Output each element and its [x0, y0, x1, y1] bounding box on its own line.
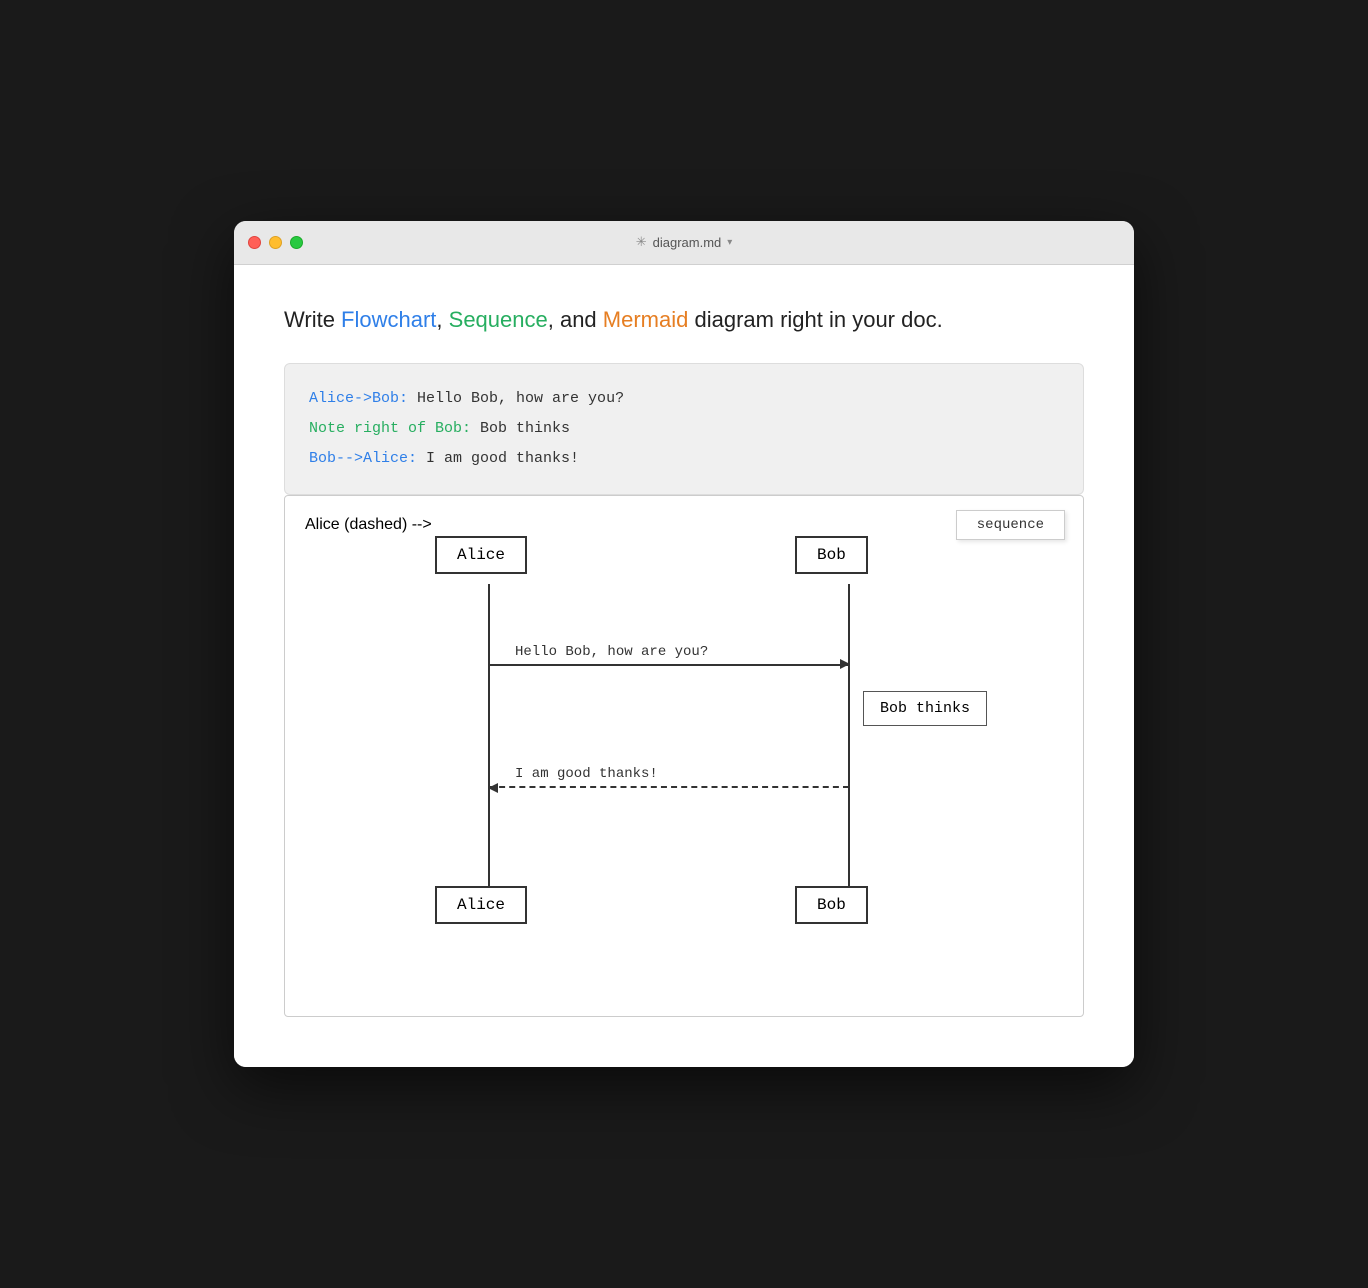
alice-lifeline	[488, 584, 490, 894]
window-title-group: ✳ diagram.md ▾	[636, 234, 733, 250]
mermaid-link[interactable]: Mermaid	[603, 307, 689, 332]
code-alice-bob: Alice->Bob:	[309, 390, 408, 407]
diagram-container: sequence Alice Bob Hello Bob, how are yo…	[284, 495, 1084, 1017]
window-title: diagram.md	[653, 235, 722, 250]
code-block: Alice->Bob: Hello Bob, how are you? Note…	[284, 363, 1084, 495]
app-window: ✳ diagram.md ▾ Write Flowchart, Sequence…	[234, 221, 1134, 1068]
close-button[interactable]	[248, 236, 261, 249]
msg1-label: Hello Bob, how are you?	[515, 644, 708, 660]
code-line-2: Note right of Bob: Bob thinks	[309, 414, 1059, 444]
intro-paragraph: Write Flowchart, Sequence, and Mermaid d…	[284, 305, 1084, 336]
minimize-button[interactable]	[269, 236, 282, 249]
sequence-diagram: Alice Bob Hello Bob, how are you? Bob th…	[305, 516, 1063, 996]
code-line3-text: I am good thanks!	[417, 450, 579, 467]
bob-top-box: Bob	[795, 536, 868, 574]
code-line2-text: Bob thinks	[471, 420, 570, 437]
arrow-alice-to-bob	[489, 664, 849, 666]
intro-text-before: Write	[284, 307, 341, 332]
code-line-1: Alice->Bob: Hello Bob, how are you?	[309, 384, 1059, 414]
window-content: Write Flowchart, Sequence, and Mermaid d…	[234, 265, 1134, 1068]
maximize-button[interactable]	[290, 236, 303, 249]
code-note-prefix: Note right of Bob:	[309, 420, 471, 437]
alice-top-box: Alice	[435, 536, 527, 574]
note-box: Bob thinks	[863, 691, 987, 726]
arrowhead-left-1	[488, 783, 498, 793]
intro-text-mid2: , and	[548, 307, 603, 332]
bob-lifeline	[848, 584, 850, 894]
chevron-down-icon[interactable]: ▾	[727, 237, 732, 248]
titlebar: ✳ diagram.md ▾	[234, 221, 1134, 265]
code-line-3: Bob-->Alice: I am good thanks!	[309, 444, 1059, 474]
intro-text-mid1: ,	[436, 307, 448, 332]
msg2-label: I am good thanks!	[515, 766, 658, 782]
code-bob-alice: Bob-->Alice:	[309, 450, 417, 467]
alice-bottom-box: Alice	[435, 886, 527, 924]
intro-text-after: diagram right in your doc.	[688, 307, 942, 332]
bob-bottom-box: Bob	[795, 886, 868, 924]
arrowhead-right-1	[840, 659, 850, 669]
file-icon: ✳	[636, 234, 647, 250]
traffic-lights	[248, 236, 303, 249]
flowchart-link[interactable]: Flowchart	[341, 307, 436, 332]
code-line1-text: Hello Bob, how are you?	[408, 390, 624, 407]
arrow-bob-to-alice	[489, 786, 849, 788]
sequence-link[interactable]: Sequence	[449, 307, 548, 332]
